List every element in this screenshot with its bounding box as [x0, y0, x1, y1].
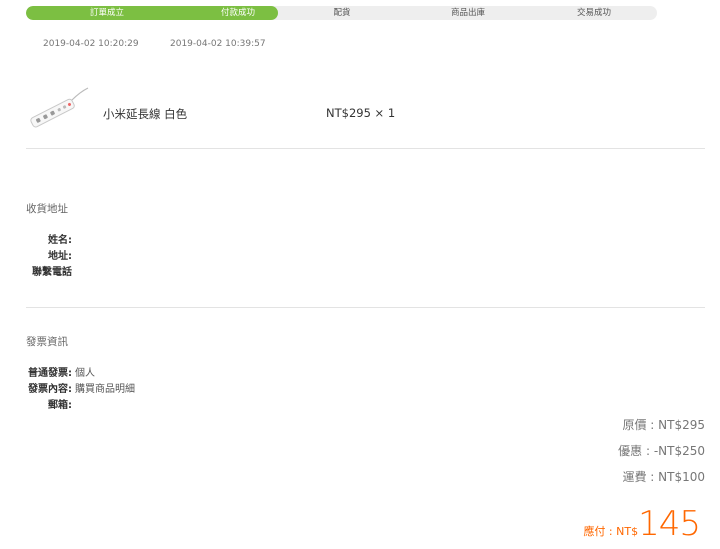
invoice-email-row: 郵箱:: [26, 396, 75, 411]
invoice-type-row: 普通發票: 個人: [26, 364, 95, 379]
divider: [26, 148, 705, 149]
power-strip-icon[interactable]: [28, 86, 90, 132]
shipping-name-label: 姓名:: [48, 235, 72, 246]
progress-step-completed: 交易成功: [576, 8, 611, 18]
invoice-type-value: 個人: [75, 368, 95, 379]
invoice-content-label: 發票內容:: [28, 384, 72, 395]
summary-shipping-fee: 運費 : NT$100: [622, 470, 705, 484]
order-progress-bar: 訂單成立 付款成功 配貨 商品出庫 交易成功: [26, 6, 657, 20]
total-payable: 應付 : NT$145: [583, 504, 701, 544]
progress-step-order-created: 訂單成立: [89, 8, 124, 18]
summary-discount: 優惠 : -NT$250: [618, 444, 705, 458]
shipping-phone-row: 聯繫電話: [26, 263, 75, 278]
shipping-address-row: 地址:: [26, 247, 75, 262]
product-price-quantity: NT$295 × 1: [326, 106, 396, 120]
shipping-phone-label: 聯繫電話: [32, 267, 72, 278]
timestamp-order-created: 2019-04-02 10:20:29: [43, 39, 139, 49]
shipping-name-row: 姓名:: [26, 231, 75, 246]
invoice-type-label: 普通發票:: [28, 368, 72, 379]
divider: [26, 307, 705, 308]
shipping-address-label: 地址:: [48, 251, 72, 262]
timestamp-payment: 2019-04-02 10:39:57: [170, 39, 266, 49]
total-amount: 145: [638, 504, 701, 544]
progress-step-allocating: 配貨: [333, 8, 351, 18]
invoice-section-title: 發票資訊: [26, 336, 68, 348]
invoice-content-row: 發票內容: 購買商品明細: [26, 380, 135, 395]
progress-step-shipped: 商品出庫: [450, 8, 485, 18]
total-label: 應付 : NT$: [583, 525, 639, 538]
invoice-email-label: 郵箱:: [48, 400, 72, 411]
shipping-section-title: 收貨地址: [26, 203, 68, 215]
product-name[interactable]: 小米延長線 白色: [103, 106, 187, 122]
invoice-content-value: 購買商品明細: [75, 384, 135, 395]
summary-original-price: 原價 : NT$295: [622, 418, 705, 432]
